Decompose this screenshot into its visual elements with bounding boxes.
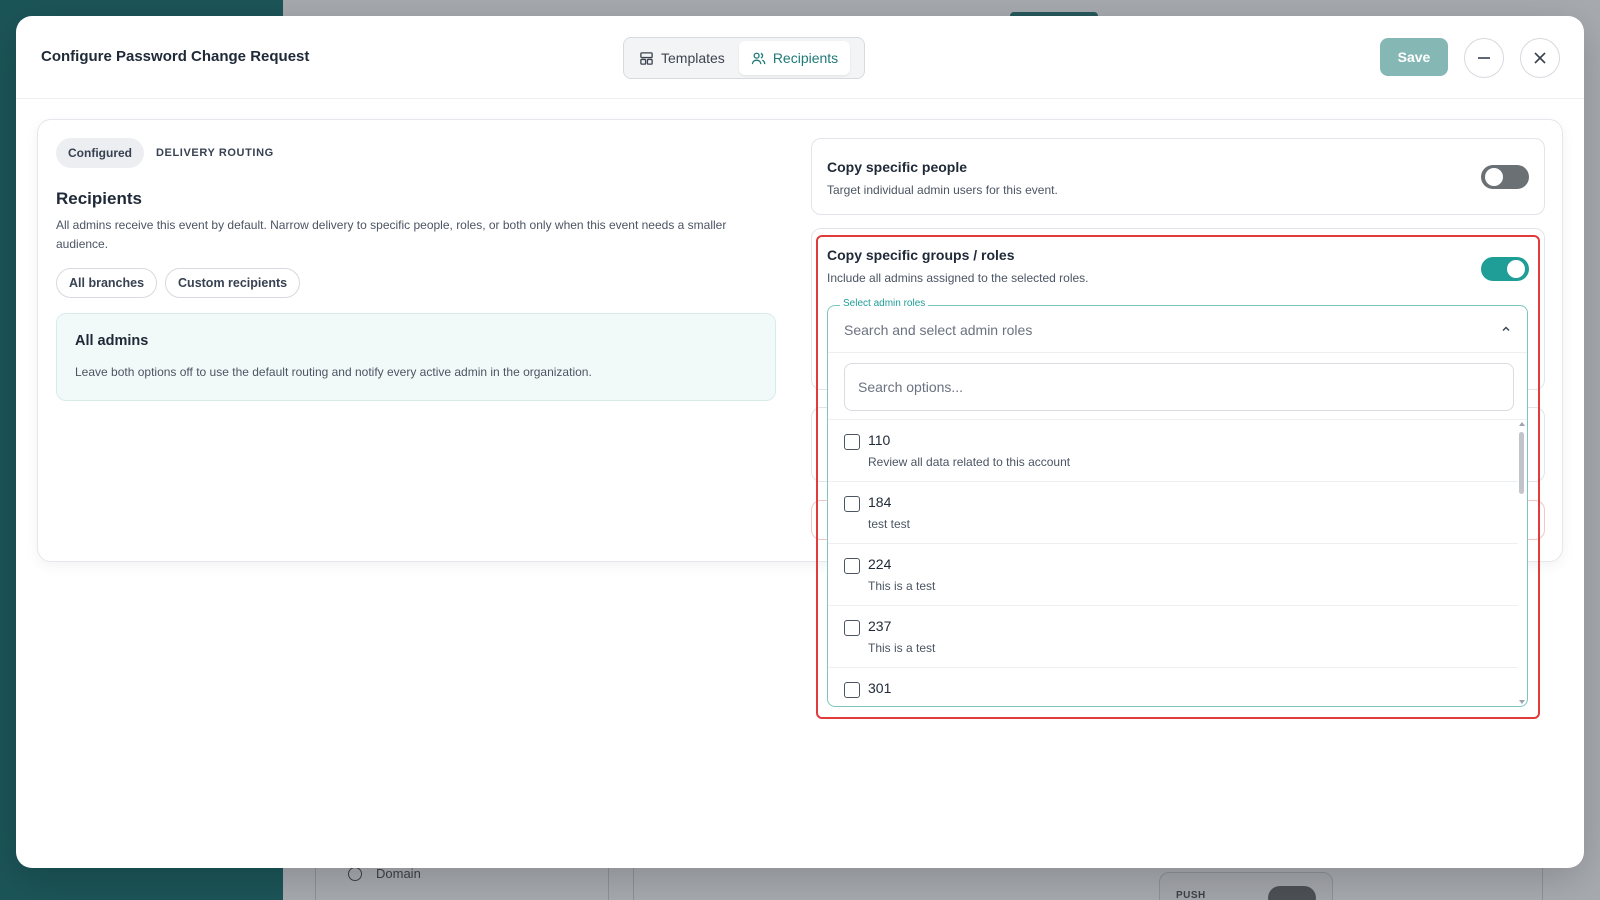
role-option[interactable]: 224 This is a test bbox=[828, 544, 1518, 606]
copy-people-title: Copy specific people bbox=[827, 159, 968, 175]
background-nav-item-label: Domain bbox=[376, 866, 421, 881]
tab-recipients-label: Recipients bbox=[772, 50, 839, 66]
role-option-checkbox[interactable] bbox=[844, 620, 860, 636]
options-search-box bbox=[844, 363, 1514, 411]
background-push-label: PUSH bbox=[1176, 890, 1206, 900]
close-icon bbox=[1534, 52, 1546, 64]
role-option-code: 224 bbox=[868, 556, 892, 572]
scroll-up-arrow-icon[interactable] bbox=[1519, 422, 1525, 426]
role-option[interactable]: 110 Review all data related to this acco… bbox=[828, 420, 1518, 482]
role-option[interactable]: 184 test test bbox=[828, 482, 1518, 544]
status-chip-row: Configured DELIVERY ROUTING bbox=[56, 138, 274, 168]
role-option[interactable]: 237 This is a test bbox=[828, 606, 1518, 668]
configured-badge: Configured bbox=[56, 138, 144, 168]
role-option-description: Review all data related to this account bbox=[868, 455, 1071, 469]
minus-icon bbox=[1478, 57, 1490, 59]
tab-templates-label: Templates bbox=[661, 50, 725, 66]
admin-roles-select: Select admin roles Search and select adm… bbox=[827, 298, 1528, 707]
option-list-scrollbar[interactable] bbox=[1519, 422, 1525, 704]
role-option-code: 237 bbox=[868, 618, 892, 634]
scroll-down-arrow-icon[interactable] bbox=[1519, 700, 1525, 704]
role-option-list: 110 Review all data related to this acco… bbox=[828, 420, 1518, 706]
tab-recipients[interactable]: Recipients bbox=[738, 41, 851, 75]
copy-people-description: Target individual admin users for this e… bbox=[827, 183, 1058, 197]
globe-icon bbox=[348, 866, 362, 881]
tab-templates[interactable]: Templates bbox=[627, 41, 737, 75]
all-admins-description: Leave both options off to use the defaul… bbox=[75, 365, 592, 379]
modal-title: Configure Password Change Request bbox=[41, 48, 310, 65]
role-option-description: test test bbox=[868, 517, 911, 531]
recipients-description: All admins receive this event by default… bbox=[56, 218, 727, 251]
role-option-checkbox[interactable] bbox=[844, 682, 860, 698]
recipients-title: Recipients bbox=[56, 189, 142, 208]
users-icon bbox=[751, 52, 766, 64]
save-button[interactable]: Save bbox=[1380, 38, 1448, 76]
role-option-description: This is a test bbox=[868, 641, 936, 655]
template-icon bbox=[640, 51, 653, 65]
custom-recipients-pill[interactable]: Custom recipients bbox=[165, 268, 301, 298]
background-push-toggle bbox=[1268, 886, 1316, 900]
scrollbar-thumb[interactable] bbox=[1519, 432, 1524, 494]
recipient-scope-pills: All branches Custom recipients bbox=[56, 268, 301, 298]
chevron-up-icon bbox=[1502, 326, 1510, 331]
admin-roles-select-placeholder: Search and select admin roles bbox=[844, 322, 1033, 338]
role-option-code: 184 bbox=[868, 494, 892, 510]
background-nav-item-domain: Domain bbox=[348, 866, 421, 881]
view-tabs: Templates Recipients bbox=[623, 37, 865, 79]
all-branches-pill[interactable]: All branches bbox=[56, 268, 158, 298]
minimize-button[interactable] bbox=[1464, 38, 1504, 78]
options-search-input[interactable] bbox=[845, 364, 1513, 410]
role-option-description: This is a test bbox=[868, 579, 936, 593]
role-option-code: 301 bbox=[868, 680, 892, 696]
all-admins-panel: All admins Leave both options off to use… bbox=[56, 313, 776, 401]
modal-header: Configure Password Change Request Templa… bbox=[16, 16, 1584, 99]
role-option-code: 110 bbox=[868, 432, 891, 448]
toggle-knob bbox=[1485, 168, 1503, 186]
role-option-checkbox[interactable] bbox=[844, 434, 860, 450]
close-button[interactable] bbox=[1520, 38, 1560, 78]
delivery-routing-label: DELIVERY ROUTING bbox=[156, 147, 274, 159]
role-option[interactable]: 301 bbox=[828, 668, 1518, 706]
admin-roles-select-field[interactable]: Search and select admin roles bbox=[828, 306, 1527, 353]
copy-people-toggle[interactable] bbox=[1481, 165, 1529, 189]
role-option-checkbox[interactable] bbox=[844, 496, 860, 512]
copy-people-card: Copy specific people Target individual a… bbox=[811, 138, 1545, 215]
role-option-checkbox[interactable] bbox=[844, 558, 860, 574]
all-admins-title: All admins bbox=[75, 333, 149, 349]
